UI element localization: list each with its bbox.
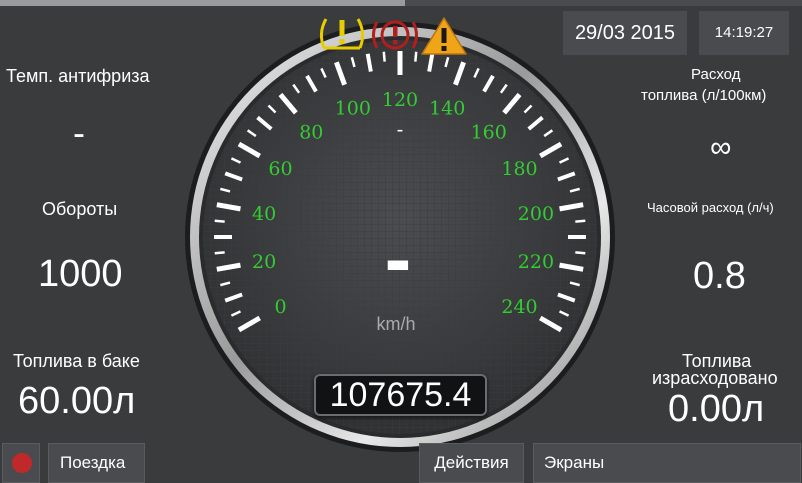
odometer-display: 107675.4 [314, 374, 487, 416]
rpm-label: Обороты [42, 199, 118, 219]
time-display[interactable]: 14:19:27 [699, 11, 789, 55]
actions-button[interactable]: Действия [419, 443, 524, 483]
gauge-tick-label: 100 [335, 97, 371, 119]
trip-button[interactable]: Поездка [48, 443, 145, 483]
fuel-consumption-value: ∞ [710, 131, 732, 164]
gauge-minor-tick [575, 251, 586, 255]
gauge-minor-tick [382, 51, 386, 62]
gauge-tick-label: 0 [274, 296, 286, 318]
gauge-minor-tick [214, 251, 225, 255]
speed-value: - [385, 214, 412, 303]
fuel-consumption-label-line2: топлива (л/100км) [641, 87, 767, 104]
gauge-tick-label: 40 [252, 203, 276, 225]
fuel-in-tank-label: Топлива в баке [13, 351, 140, 371]
gauge-tick-label: 20 [252, 251, 276, 273]
gauge-tick-label: 120 [382, 89, 418, 111]
screens-button[interactable]: Экраны [533, 443, 801, 483]
rpm-value: 1000 [38, 253, 123, 295]
fuel-in-tank-value: 60.00л [18, 380, 136, 422]
gauge-tick-label: 220 [518, 251, 554, 273]
fuel-used-label-line2: израсходовано [652, 368, 778, 388]
hourly-consumption-value: 0.8 [693, 255, 746, 297]
fuel-consumption-label-line1: Расход [691, 66, 741, 83]
gauge-tick-label: 160 [471, 121, 507, 143]
record-dot-icon [12, 453, 32, 473]
speed-unit-label: km/h [376, 314, 415, 334]
gauge-tick-label: 60 [268, 158, 292, 180]
gauge-tick-label: 180 [501, 158, 537, 180]
gauge-minor-tick [414, 51, 418, 62]
secondary-value: - [397, 119, 404, 141]
gauge-minor-tick [214, 219, 225, 223]
date-display[interactable]: 29/03 2015 [563, 11, 687, 55]
dashboard-screen: 0 20 40 60 80 100 120 140 160 180 200 220 240 km/h - - … [0, 0, 802, 483]
gauge-tick-label: 140 [429, 97, 465, 119]
coolant-temp-label: Темп. антифриза [6, 66, 150, 86]
gauge-minor-tick [575, 219, 586, 223]
coolant-temp-value: - [73, 112, 85, 153]
record-button[interactable] [2, 443, 40, 483]
fuel-used-value: 0.00л [668, 388, 765, 430]
hourly-consumption-label: Часовой расход (л/ч) [647, 200, 774, 215]
gauge-tick-label: 200 [518, 203, 554, 225]
gauge-tick-label: 80 [299, 121, 323, 143]
gauge-tick-label: 240 [501, 296, 537, 318]
